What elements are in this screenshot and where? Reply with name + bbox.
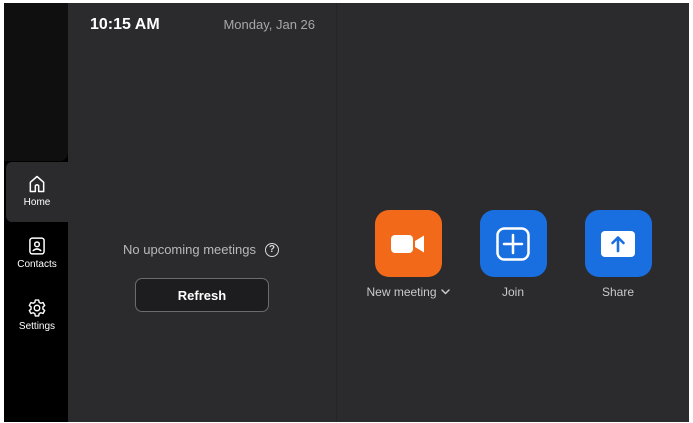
panel-divider [336,3,337,422]
contacts-icon [29,237,45,255]
current-date: Monday, Jan 26 [223,17,315,32]
zoom-rooms-home-screen: Home Contacts Settings 10:15 AM Monday, … [4,3,689,422]
join-action[interactable]: Join [463,210,563,299]
sidebar-item-label: Contacts [17,259,57,270]
no-meetings-message: No upcoming meetings ? [123,242,279,257]
sidebar: Home Contacts Settings [4,3,68,422]
sidebar-top-panel [4,3,68,161]
new-meeting-action[interactable]: New meeting [358,210,458,299]
chevron-down-icon [440,289,450,295]
sidebar-item-label: Home [23,197,51,208]
new-meeting-button[interactable] [374,210,442,277]
join-label: Join [501,285,524,299]
home-icon [29,175,45,193]
sidebar-item-label: Settings [18,321,56,332]
refresh-button[interactable]: Refresh [135,278,269,312]
new-meeting-text: New meeting [366,285,437,299]
gear-icon [28,299,46,317]
share-up-arrow-icon [601,230,635,257]
share-button[interactable] [584,210,652,277]
share-label: Share [601,285,635,299]
video-camera-icon [391,234,424,253]
new-meeting-label[interactable]: New meeting [358,285,458,299]
sidebar-item-settings[interactable]: Settings [6,286,68,346]
join-button[interactable] [479,210,547,277]
share-action[interactable]: Share [568,210,668,299]
sidebar-item-home[interactable]: Home [6,162,68,222]
sidebar-item-contacts[interactable]: Contacts [6,224,68,284]
current-time: 10:15 AM [90,16,160,33]
no-meetings-text: No upcoming meetings [123,242,256,257]
plus-icon [496,226,530,261]
help-icon[interactable]: ? [264,242,279,257]
